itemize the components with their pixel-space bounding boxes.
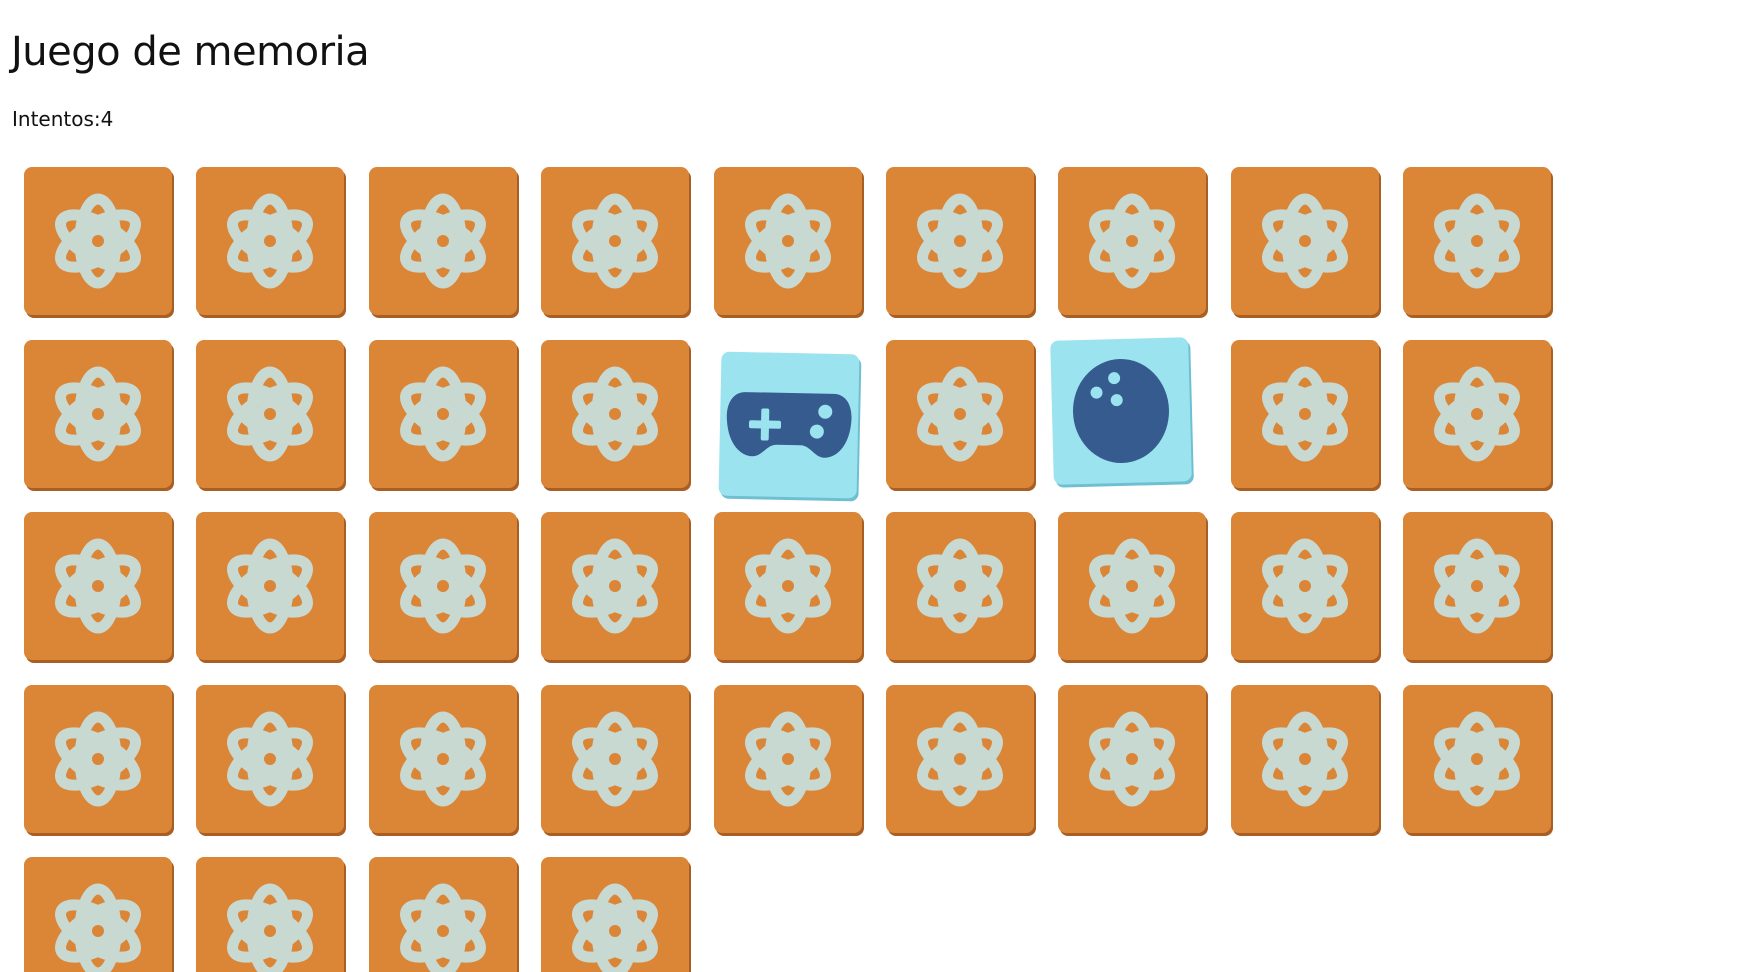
atom-icon bbox=[572, 366, 659, 461]
memory-card[interactable] bbox=[368, 684, 517, 833]
memory-card[interactable] bbox=[1403, 339, 1552, 488]
memory-card[interactable] bbox=[1230, 512, 1379, 660]
atom-icon bbox=[572, 193, 659, 289]
atom-icon bbox=[227, 711, 314, 806]
atom-icon bbox=[572, 538, 659, 634]
memory-card[interactable] bbox=[368, 339, 517, 488]
atom-icon bbox=[917, 711, 1003, 806]
atom-icon bbox=[1089, 711, 1176, 806]
atom-icon bbox=[572, 883, 659, 972]
atom-icon bbox=[55, 711, 141, 806]
memory-card[interactable] bbox=[24, 684, 172, 833]
memory-card[interactable] bbox=[1230, 339, 1379, 488]
memory-card[interactable] bbox=[1403, 167, 1552, 315]
memory-card[interactable] bbox=[713, 684, 862, 833]
memory-card[interactable] bbox=[1230, 684, 1379, 833]
memory-card[interactable] bbox=[196, 339, 345, 488]
memory-card[interactable] bbox=[1058, 512, 1207, 660]
bowling-ball-icon bbox=[1073, 358, 1170, 463]
memory-card[interactable] bbox=[24, 512, 172, 660]
memory-card[interactable] bbox=[541, 512, 690, 660]
memory-card[interactable] bbox=[886, 339, 1034, 488]
atom-icon bbox=[399, 538, 486, 634]
memory-card[interactable] bbox=[886, 167, 1034, 315]
memory-game-page: Juego de memoria Intentos:4 bbox=[0, 0, 1747, 972]
atom-icon bbox=[1089, 538, 1176, 634]
atom-icon bbox=[917, 538, 1003, 634]
atom-icon bbox=[399, 711, 486, 806]
gamepad-icon bbox=[726, 391, 852, 458]
atom-icon bbox=[1261, 193, 1348, 289]
atom-icon bbox=[1261, 711, 1348, 806]
memory-card[interactable] bbox=[24, 339, 172, 488]
atom-icon bbox=[1434, 538, 1521, 634]
memory-card[interactable] bbox=[1403, 512, 1552, 660]
atom-icon bbox=[227, 366, 314, 461]
memory-card[interactable] bbox=[1230, 167, 1379, 315]
atom-icon bbox=[1434, 193, 1521, 289]
atom-icon bbox=[744, 193, 831, 289]
atom-icon bbox=[227, 193, 314, 289]
memory-card[interactable] bbox=[1403, 684, 1552, 833]
atom-icon bbox=[399, 883, 486, 972]
atom-icon bbox=[55, 366, 141, 461]
memory-card[interactable] bbox=[1058, 684, 1207, 833]
atom-icon bbox=[55, 883, 141, 972]
atom-icon bbox=[917, 366, 1003, 461]
atom-icon bbox=[1434, 366, 1521, 461]
atom-icon bbox=[55, 193, 141, 289]
atom-icon bbox=[1089, 193, 1176, 289]
memory-card[interactable] bbox=[368, 512, 517, 660]
memory-card-revealed[interactable] bbox=[1050, 336, 1193, 485]
memory-card[interactable] bbox=[24, 857, 172, 972]
memory-card[interactable] bbox=[541, 167, 690, 315]
memory-card[interactable] bbox=[196, 857, 345, 972]
atom-icon bbox=[917, 193, 1003, 289]
atom-icon bbox=[744, 538, 831, 634]
atom-icon bbox=[399, 193, 486, 289]
memory-card[interactable] bbox=[886, 512, 1034, 660]
memory-card[interactable] bbox=[1058, 167, 1207, 315]
atom-icon bbox=[744, 711, 831, 806]
memory-card[interactable] bbox=[196, 167, 345, 315]
atom-icon bbox=[227, 538, 314, 634]
atom-icon bbox=[55, 538, 141, 634]
memory-card[interactable] bbox=[368, 857, 517, 972]
memory-card[interactable] bbox=[24, 167, 172, 315]
atom-icon bbox=[1261, 366, 1348, 461]
memory-card[interactable] bbox=[196, 684, 345, 833]
memory-card[interactable] bbox=[368, 167, 517, 315]
atom-icon bbox=[399, 366, 486, 461]
memory-card[interactable] bbox=[713, 167, 862, 315]
memory-card[interactable] bbox=[196, 512, 345, 660]
atom-icon bbox=[1434, 711, 1521, 806]
memory-card[interactable] bbox=[713, 512, 862, 660]
memory-card[interactable] bbox=[541, 684, 690, 833]
memory-card[interactable] bbox=[886, 684, 1034, 833]
atom-icon bbox=[572, 711, 659, 806]
memory-card[interactable] bbox=[541, 857, 690, 972]
memory-card-revealed[interactable] bbox=[718, 351, 860, 498]
atom-icon bbox=[1261, 538, 1348, 634]
memory-card[interactable] bbox=[541, 339, 690, 488]
atom-icon bbox=[227, 883, 314, 972]
card-board bbox=[0, 0, 1747, 972]
